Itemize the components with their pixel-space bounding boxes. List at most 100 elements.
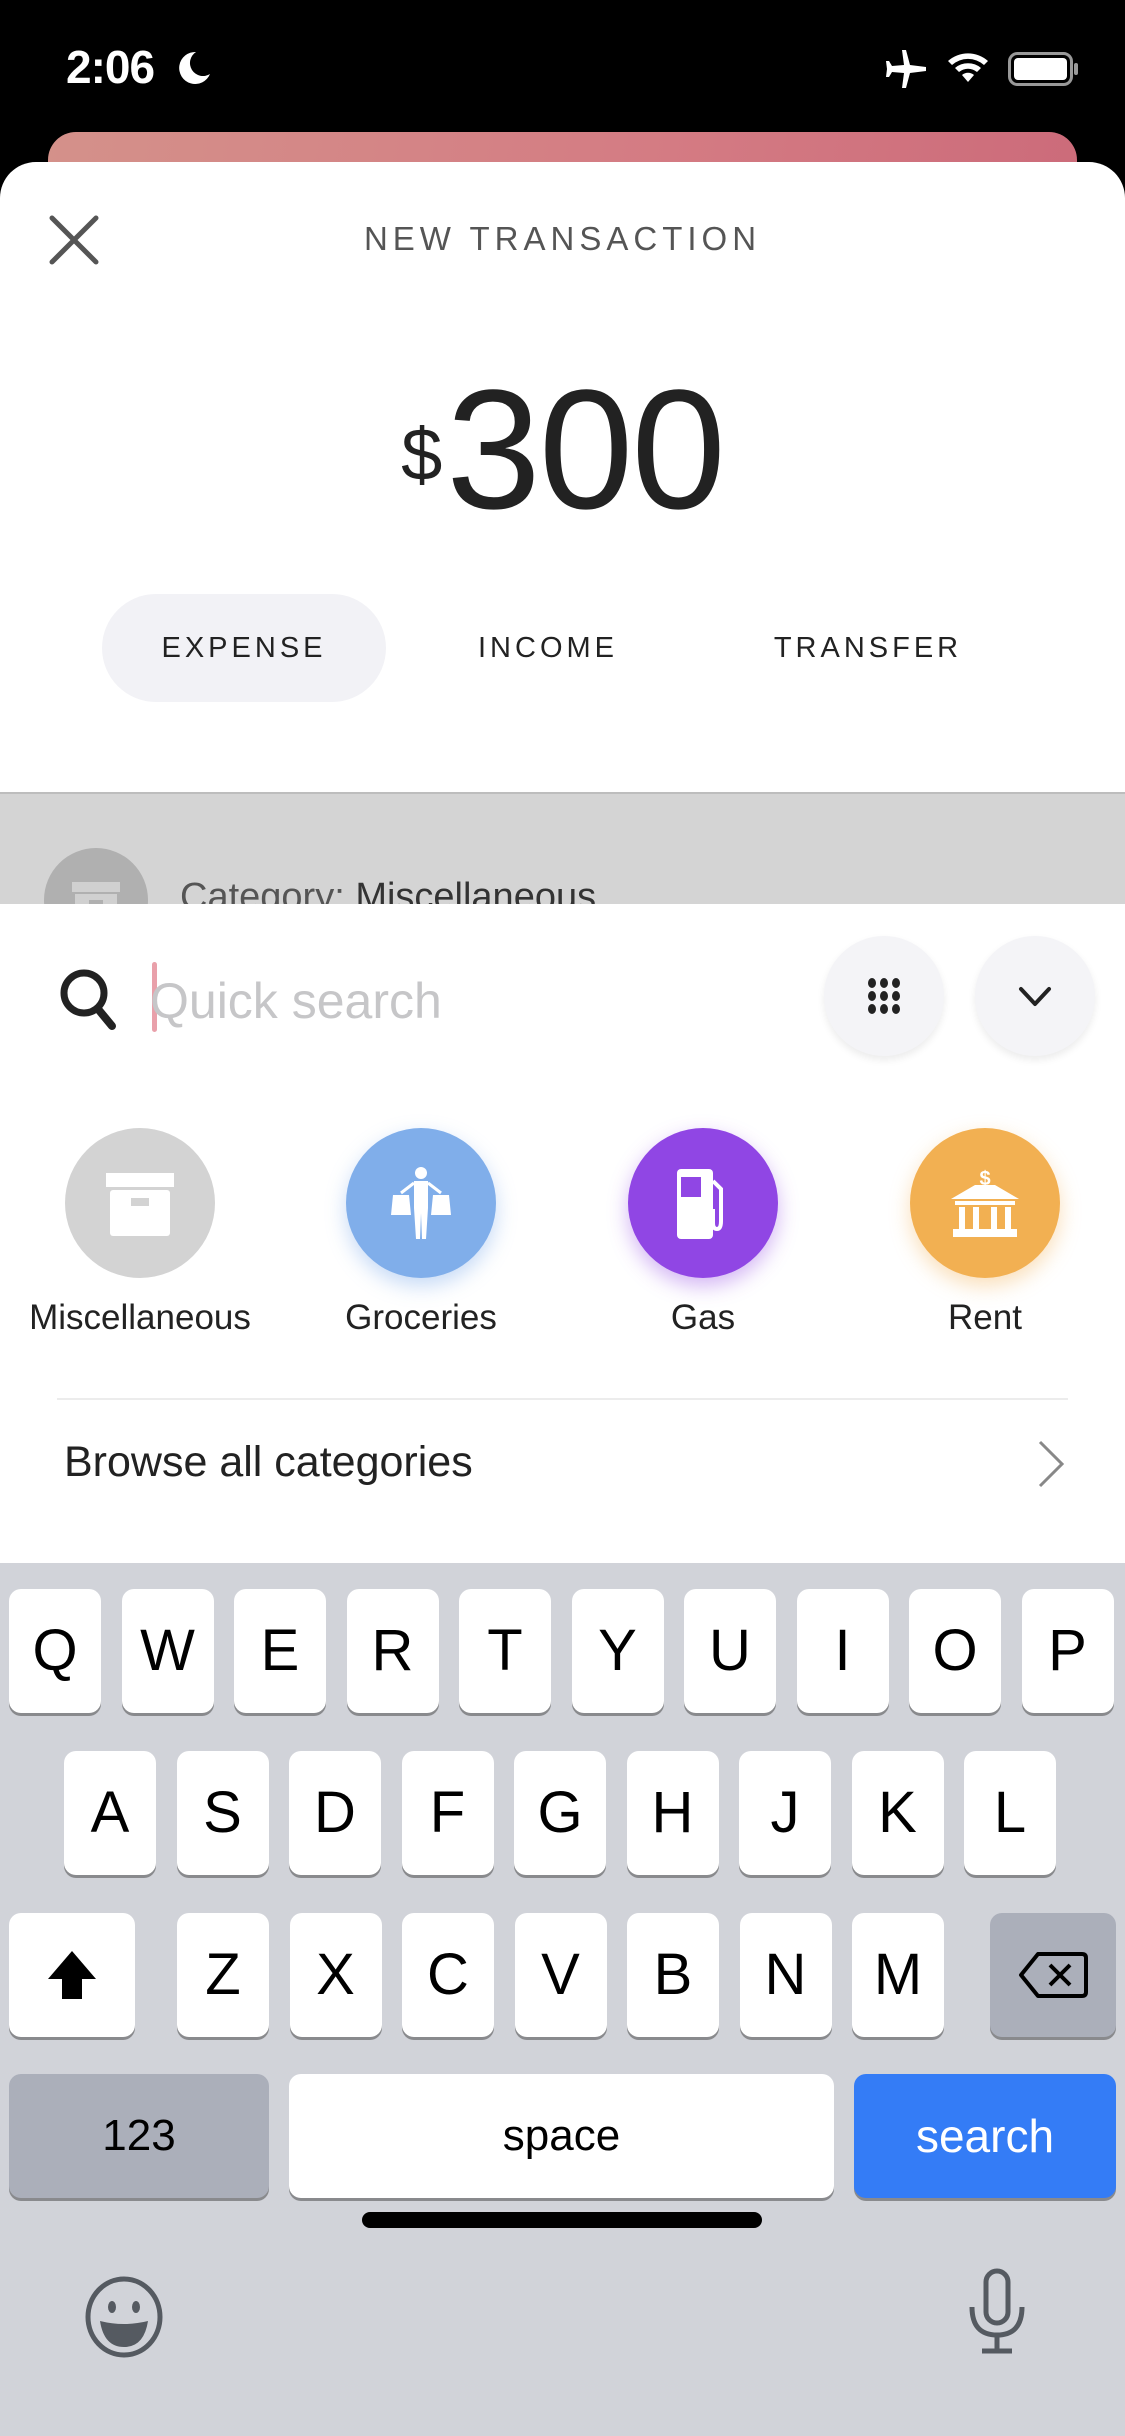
key-z[interactable]: Z bbox=[177, 1913, 269, 2037]
microphone-icon bbox=[969, 2268, 1025, 2354]
transaction-type-tabs: EXPENSE INCOME TRANSFER bbox=[0, 594, 1125, 702]
tab-income[interactable]: INCOME bbox=[420, 594, 676, 702]
archive-box-icon bbox=[106, 1173, 174, 1236]
key-y[interactable]: Y bbox=[571, 1589, 664, 1713]
category-circle bbox=[346, 1128, 496, 1278]
key-e[interactable]: E bbox=[234, 1589, 326, 1713]
category-label: Rent bbox=[948, 1298, 1022, 1337]
home-indicator bbox=[362, 2212, 762, 2228]
key-g[interactable]: G bbox=[514, 1751, 606, 1875]
shift-key[interactable] bbox=[9, 1913, 135, 2037]
battery-icon bbox=[1008, 52, 1078, 86]
grid-icon bbox=[868, 978, 900, 1014]
key-label: space bbox=[502, 2111, 621, 2160]
category-rent[interactable]: $ Rent bbox=[855, 1128, 1115, 1338]
key-t[interactable]: T bbox=[459, 1589, 551, 1713]
key-k[interactable]: K bbox=[851, 1751, 944, 1875]
key-label: W bbox=[140, 1618, 195, 1683]
key-label: B bbox=[653, 1942, 693, 2007]
search-return-key[interactable]: search bbox=[854, 2074, 1116, 2198]
shopping-bags-person-icon bbox=[391, 1167, 451, 1239]
category-miscellaneous[interactable]: Miscellaneous bbox=[10, 1128, 270, 1338]
key-u[interactable]: U bbox=[684, 1589, 776, 1713]
key-label: A bbox=[90, 1780, 130, 1845]
key-f[interactable]: F bbox=[401, 1751, 494, 1875]
category-label: Miscellaneous bbox=[29, 1298, 251, 1337]
grid-view-button[interactable] bbox=[824, 936, 944, 1056]
status-bar: 2:06 bbox=[0, 0, 1125, 130]
category-label: Groceries bbox=[345, 1298, 497, 1337]
key-p[interactable]: P bbox=[1021, 1589, 1114, 1713]
key-o[interactable]: O bbox=[909, 1589, 1001, 1713]
key-label: S bbox=[203, 1780, 242, 1845]
key-h[interactable]: H bbox=[626, 1751, 719, 1875]
key-a[interactable]: A bbox=[64, 1751, 156, 1875]
key-label: I bbox=[834, 1618, 851, 1683]
key-label: U bbox=[709, 1618, 751, 1683]
tab-expense[interactable]: EXPENSE bbox=[102, 594, 386, 702]
tab-transfer[interactable]: TRANSFER bbox=[730, 594, 1006, 702]
category-value: Miscellaneous bbox=[355, 876, 597, 904]
key-label: Q bbox=[32, 1618, 78, 1683]
airplane-icon bbox=[886, 50, 926, 88]
key-n[interactable]: N bbox=[739, 1913, 832, 2037]
key-l[interactable]: L bbox=[964, 1751, 1056, 1875]
search-icon bbox=[60, 969, 116, 1030]
category-gas[interactable]: Gas bbox=[573, 1128, 833, 1338]
key-label: G bbox=[537, 1780, 583, 1845]
wifi-icon bbox=[948, 53, 988, 82]
archive-box-icon bbox=[72, 882, 120, 904]
emoji-button[interactable] bbox=[82, 2275, 166, 2359]
gas-pump-icon bbox=[677, 1169, 723, 1239]
browse-all-categories-row[interactable]: Browse all categories bbox=[0, 1400, 1125, 1520]
key-label: 123 bbox=[102, 2111, 176, 2160]
key-label: X bbox=[316, 1942, 355, 2007]
key-label: Z bbox=[205, 1942, 241, 2007]
category-row[interactable]: Category: Miscellaneous bbox=[0, 792, 1125, 904]
key-b[interactable]: B bbox=[627, 1913, 719, 2037]
key-label: C bbox=[427, 1942, 469, 2007]
key-r[interactable]: R bbox=[346, 1589, 439, 1713]
key-x[interactable]: X bbox=[289, 1913, 382, 2037]
key-label: F bbox=[429, 1780, 466, 1845]
key-d[interactable]: D bbox=[289, 1751, 381, 1875]
key-s[interactable]: S bbox=[176, 1751, 269, 1875]
key-label: H bbox=[651, 1780, 694, 1845]
bank-building-icon: $ bbox=[951, 1168, 1019, 1237]
amount-value: 300 bbox=[446, 355, 726, 545]
dictation-button[interactable] bbox=[962, 2267, 1032, 2357]
key-label: M bbox=[873, 1942, 923, 2007]
numbers-key[interactable]: 123 bbox=[9, 2074, 269, 2198]
category-circle bbox=[65, 1128, 215, 1278]
key-v[interactable]: V bbox=[514, 1913, 607, 2037]
category-label: Gas bbox=[670, 1298, 736, 1337]
category-circle: $ bbox=[910, 1128, 1060, 1278]
amount-currency: $ bbox=[401, 413, 443, 496]
moon-icon bbox=[179, 51, 210, 84]
category-picker: Miscellaneous Groceries Gas $ bbox=[0, 904, 1125, 1564]
category-groceries[interactable]: Groceries bbox=[291, 1128, 551, 1338]
amount-display[interactable]: $300 bbox=[0, 352, 1125, 548]
key-m[interactable]: M bbox=[852, 1913, 944, 2037]
key-label: V bbox=[541, 1942, 580, 2007]
key-label: J bbox=[770, 1780, 800, 1845]
key-c[interactable]: C bbox=[402, 1913, 494, 2037]
backspace-icon bbox=[1019, 1952, 1088, 1998]
category-row-text: Category: Miscellaneous bbox=[180, 876, 596, 904]
key-label: K bbox=[878, 1780, 917, 1845]
key-label: Y bbox=[598, 1618, 637, 1683]
emoji-icon bbox=[85, 2276, 163, 2358]
space-key[interactable]: space bbox=[289, 2074, 834, 2198]
delete-key[interactable] bbox=[990, 1913, 1116, 2037]
quick-search-input[interactable] bbox=[150, 958, 790, 1044]
key-label: O bbox=[932, 1618, 978, 1683]
key-i[interactable]: I bbox=[796, 1589, 889, 1713]
category-prefix: Category: bbox=[180, 876, 345, 904]
key-j[interactable]: J bbox=[739, 1751, 831, 1875]
key-w[interactable]: W bbox=[121, 1589, 214, 1713]
category-circle bbox=[628, 1128, 778, 1278]
key-q[interactable]: Q bbox=[9, 1589, 101, 1713]
collapse-button[interactable] bbox=[975, 936, 1095, 1056]
keyboard: Q W E R T Y U I O P A S D F G H J K L Z X C V B N M 123 space search bbox=[0, 1563, 1125, 2436]
key-label: E bbox=[260, 1618, 300, 1683]
